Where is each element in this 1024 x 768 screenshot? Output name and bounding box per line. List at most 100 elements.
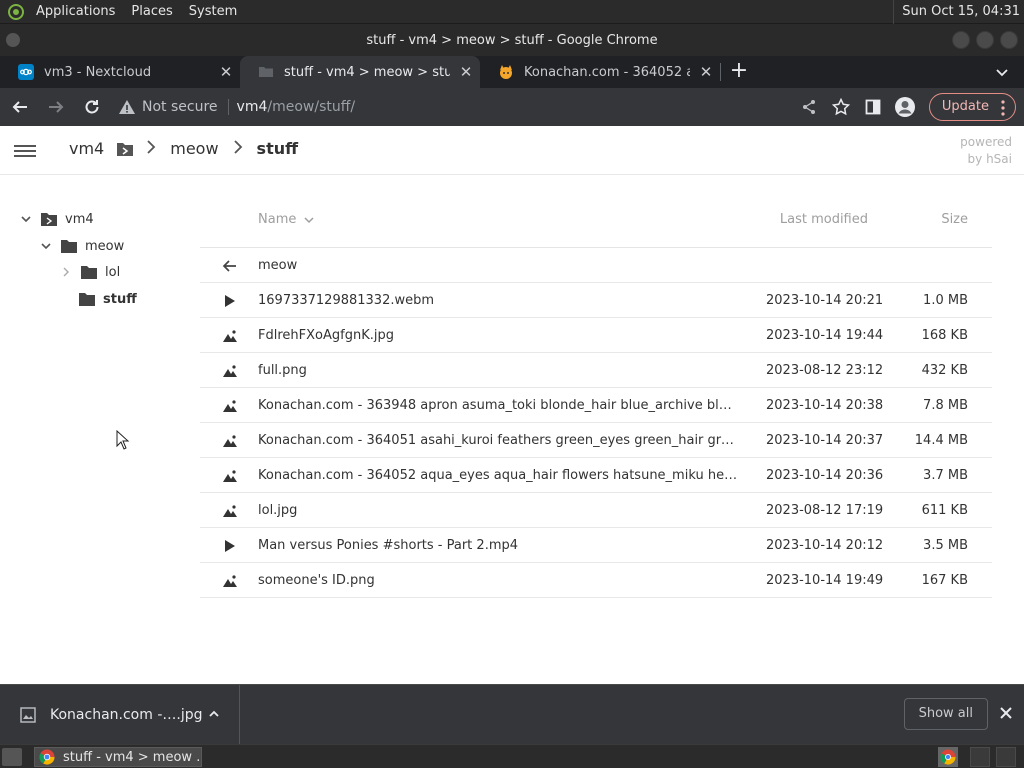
file-modified: 2023-10-14 20:36: [766, 468, 884, 483]
tab-search-chevron-icon[interactable]: [994, 64, 1010, 80]
mouse-cursor-icon: [116, 430, 130, 450]
address-bar[interactable]: Not secure vm4 /meow/stuff/: [108, 93, 792, 121]
update-button[interactable]: Update: [928, 93, 1016, 121]
download-item[interactable]: Konachan.com -….jpg: [0, 685, 240, 745]
parent-directory-row[interactable]: meow: [200, 248, 992, 283]
tab-konachan[interactable]: Konachan.com - 364052 aqua ✕: [480, 56, 720, 88]
tree-item-stuff[interactable]: stuff: [78, 288, 137, 310]
bookmark-star-icon[interactable]: [829, 92, 853, 122]
tree-item-vm4[interactable]: vm4: [20, 208, 94, 230]
file-row[interactable]: Konachan.com - 364052 aqua_eyes aqua_hai…: [200, 458, 992, 493]
update-label: Update: [941, 99, 989, 114]
file-size: 14.4 MB: [914, 433, 968, 448]
powered-by-text[interactable]: powered by hSai: [960, 134, 1012, 168]
listing-header: Name Last modified Size: [200, 200, 992, 248]
chevron-down-icon[interactable]: [20, 213, 32, 225]
maximize-button[interactable]: [976, 31, 994, 49]
show-desktop-button[interactable]: [2, 748, 22, 766]
close-tab-icon[interactable]: ✕: [458, 64, 474, 80]
side-panel-icon[interactable]: [861, 92, 885, 122]
file-modified: 2023-08-12 23:12: [766, 363, 884, 378]
breadcrumb: vm4 meow stuff: [67, 139, 300, 158]
close-tab-icon[interactable]: ✕: [218, 64, 234, 80]
file-size: 432 KB: [921, 363, 968, 378]
breadcrumb-vm4[interactable]: vm4: [67, 139, 106, 158]
new-tab-button[interactable]: +: [725, 56, 753, 88]
file-row[interactable]: Man versus Ponies #shorts - Part 2.mp4 20…: [200, 528, 992, 563]
file-row[interactable]: FdlrehFXoAgfgnK.jpg 2023-10-14 19:44 168 K…: [200, 318, 992, 353]
file-modified: 2023-10-14 19:44: [766, 328, 884, 343]
tab-stuff[interactable]: stuff - vm4 > meow > stuff ✕: [240, 56, 480, 88]
places-menu[interactable]: Places: [123, 0, 180, 24]
file-name[interactable]: full.png: [258, 363, 738, 378]
applications-menu[interactable]: Applications: [28, 0, 123, 24]
file-row[interactable]: Konachan.com - 364051 asahi_kuroi feathe…: [200, 423, 992, 458]
folder-icon: [81, 265, 97, 279]
clock[interactable]: Sun Oct 15, 04:31: [893, 0, 1020, 24]
chrome-tray-icon[interactable]: [938, 747, 958, 767]
more-menu-icon: [1001, 100, 1005, 116]
hamburger-menu-icon[interactable]: [14, 142, 36, 160]
column-name-header[interactable]: Name: [258, 212, 316, 227]
close-icon[interactable]: [998, 705, 1014, 721]
file-modified: 2023-10-14 20:38: [766, 398, 884, 413]
system-menu[interactable]: System: [181, 0, 245, 24]
warning-icon: [119, 100, 135, 114]
column-modified-header[interactable]: Last modified: [780, 212, 868, 227]
close-window-button[interactable]: [1000, 31, 1018, 49]
back-button[interactable]: [4, 91, 36, 123]
distro-logo-icon[interactable]: [6, 2, 26, 22]
file-name[interactable]: Man versus Ponies #shorts - Part 2.mp4: [258, 538, 738, 553]
close-tab-icon[interactable]: ✕: [698, 64, 714, 80]
file-name[interactable]: Konachan.com - 363948 apron asuma_toki b…: [258, 398, 738, 413]
image-icon: [222, 328, 238, 344]
security-label[interactable]: Not secure: [142, 99, 229, 115]
parent-directory-name: meow: [258, 258, 298, 273]
show-all-button[interactable]: Show all: [903, 698, 988, 730]
sort-chevron-down-icon: [304, 216, 314, 223]
reload-button[interactable]: [76, 91, 108, 123]
chevron-up-icon[interactable]: [207, 707, 221, 721]
workspace-2[interactable]: [996, 747, 1016, 767]
image-icon: [222, 363, 238, 379]
file-name[interactable]: Konachan.com - 364052 aqua_eyes aqua_hai…: [258, 468, 738, 483]
tab-separator: [720, 63, 721, 81]
file-name[interactable]: Konachan.com - 364051 asahi_kuroi feathe…: [258, 433, 738, 448]
minimize-button[interactable]: [952, 31, 970, 49]
file-row[interactable]: full.png 2023-08-12 23:12 432 KB: [200, 353, 992, 388]
chevron-down-icon[interactable]: [40, 240, 52, 252]
file-row[interactable]: lol.jpg 2023-08-12 17:19 611 KB: [200, 493, 992, 528]
tree-item-lol[interactable]: lol: [60, 261, 120, 283]
file-row[interactable]: someone's ID.png 2023-10-14 19:49 167 KB: [200, 563, 992, 598]
column-size-header[interactable]: Size: [941, 212, 968, 227]
file-name[interactable]: lol.jpg: [258, 503, 738, 518]
chevron-right-icon: [146, 139, 156, 158]
breadcrumb-meow[interactable]: meow: [168, 139, 220, 158]
window-titlebar[interactable]: stuff - vm4 > meow > stuff - Google Chro…: [0, 24, 1024, 56]
url-host: vm4: [236, 99, 268, 115]
tab-nextcloud[interactable]: vm3 - Nextcloud ✕: [0, 56, 240, 88]
chevron-right-icon[interactable]: [60, 266, 72, 278]
profile-avatar-icon[interactable]: [893, 92, 917, 122]
tab-title: stuff - vm4 > meow > stuff: [284, 64, 450, 80]
file-size: 168 KB: [921, 328, 968, 343]
file-name[interactable]: someone's ID.png: [258, 573, 738, 588]
page-content: vm4 meow stuff powered by hSai vm4 meow …: [0, 126, 1024, 684]
file-name[interactable]: 1697337129881332.webm: [258, 293, 738, 308]
folder-icon: [258, 64, 274, 80]
window-menu-button[interactable]: [6, 33, 20, 47]
image-icon: [222, 398, 238, 414]
file-row[interactable]: Konachan.com - 363948 apron asuma_toki b…: [200, 388, 992, 423]
workspace-1[interactable]: [970, 747, 990, 767]
file-row[interactable]: 1697337129881332.webm 2023-10-14 20:21 1.0…: [200, 283, 992, 318]
folder-icon[interactable]: [116, 141, 134, 157]
file-size: 167 KB: [921, 573, 968, 588]
share-icon[interactable]: [797, 92, 821, 122]
taskbar-window-item[interactable]: stuff - vm4 > meow …: [34, 747, 202, 767]
file-modified: 2023-10-14 19:49: [766, 573, 884, 588]
tree-item-meow[interactable]: meow: [40, 235, 124, 257]
forward-button[interactable]: [40, 91, 72, 123]
file-name[interactable]: FdlrehFXoAgfgnK.jpg: [258, 328, 738, 343]
folder-icon: [79, 292, 95, 306]
chevron-right-icon: [233, 139, 243, 158]
